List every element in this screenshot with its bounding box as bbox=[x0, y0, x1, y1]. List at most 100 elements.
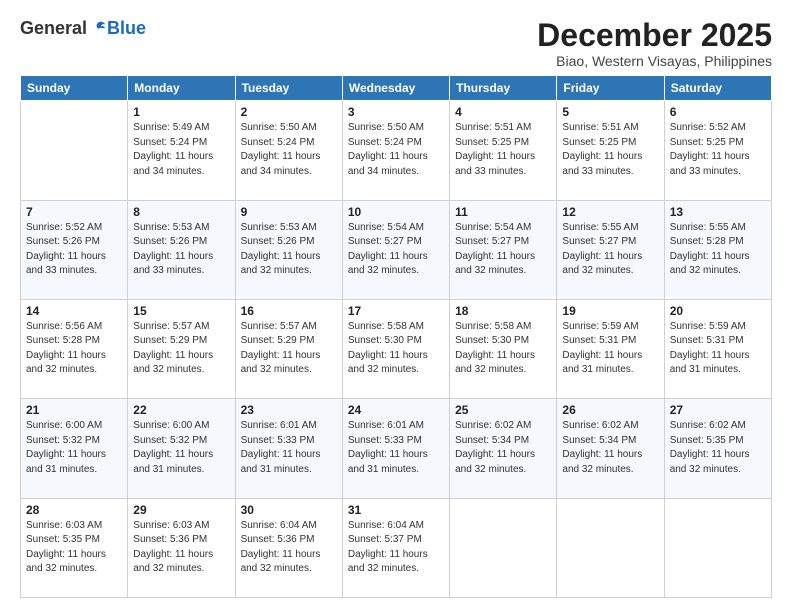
day-info: Sunrise: 5:59 AM Sunset: 5:31 PM Dayligh… bbox=[562, 320, 658, 378]
day-info: Sunrise: 5:58 AM Sunset: 5:30 PM Dayligh… bbox=[455, 320, 551, 378]
day-cell: 2Sunrise: 5:50 AM Sunset: 5:24 PM Daylig… bbox=[235, 101, 342, 200]
week-row-4: 28 Sunrise: 6:03 AM Sunset: 5:35 PM Dayli… bbox=[21, 498, 772, 597]
day-info: Sunrise: 6:00 AM Sunset: 5:32 PM Dayligh… bbox=[133, 419, 229, 477]
day-cell bbox=[664, 498, 771, 597]
day-cell: 28 Sunrise: 6:03 AM Sunset: 5:35 PM Dayli… bbox=[21, 498, 128, 597]
weekday-header-tuesday: Tuesday bbox=[235, 76, 342, 101]
day-info: Sunrise: 5:55 AM Sunset: 5:28 PM Dayligh… bbox=[670, 221, 766, 279]
day-info: Sunrise: 5:50 AM Sunset: 5:24 PM Dayligh… bbox=[241, 121, 337, 179]
day-info: Sunrise: 5:58 AM Sunset: 5:30 PM Dayligh… bbox=[348, 320, 444, 378]
day-info: Sunrise: 5:56 AM Sunset: 5:28 PM Dayligh… bbox=[26, 320, 122, 378]
week-row-3: 21 Sunrise: 6:00 AM Sunset: 5:32 PM Dayli… bbox=[21, 399, 772, 498]
header: General Blue December 2025 Biao, Western… bbox=[20, 18, 772, 69]
day-number: 15 bbox=[133, 304, 229, 318]
day-info: Sunrise: 6:03 AM Sunset: 5:35 PM Dayligh… bbox=[26, 519, 122, 577]
day-info: Sunrise: 5:59 AM Sunset: 5:31 PM Dayligh… bbox=[670, 320, 766, 378]
day-cell: 4Sunrise: 5:51 AM Sunset: 5:25 PM Daylig… bbox=[450, 101, 557, 200]
day-number: 11 bbox=[455, 205, 551, 219]
day-number: 26 bbox=[562, 403, 658, 417]
day-cell: 23Sunrise: 6:01 AM Sunset: 5:33 PM Dayli… bbox=[235, 399, 342, 498]
day-cell: 19Sunrise: 5:59 AM Sunset: 5:31 PM Dayli… bbox=[557, 299, 664, 398]
day-info: Sunrise: 5:50 AM Sunset: 5:24 PM Dayligh… bbox=[348, 121, 444, 179]
weekday-header-wednesday: Wednesday bbox=[342, 76, 449, 101]
day-cell: 21 Sunrise: 6:00 AM Sunset: 5:32 PM Dayli… bbox=[21, 399, 128, 498]
weekday-header-sunday: Sunday bbox=[21, 76, 128, 101]
weekday-header-friday: Friday bbox=[557, 76, 664, 101]
day-number: 12 bbox=[562, 205, 658, 219]
title-block: December 2025 Biao, Western Visayas, Phi… bbox=[537, 18, 772, 69]
day-info: Sunrise: 5:57 AM Sunset: 5:29 PM Dayligh… bbox=[241, 320, 337, 378]
weekday-header-thursday: Thursday bbox=[450, 76, 557, 101]
day-cell: 1Sunrise: 5:49 AM Sunset: 5:24 PM Daylig… bbox=[128, 101, 235, 200]
day-info: Sunrise: 6:01 AM Sunset: 5:33 PM Dayligh… bbox=[348, 419, 444, 477]
logo: General Blue bbox=[20, 18, 146, 39]
day-cell: 15 Sunrise: 5:57 AM Sunset: 5:29 PM Dayli… bbox=[128, 299, 235, 398]
day-info: Sunrise: 5:52 AM Sunset: 5:25 PM Dayligh… bbox=[670, 121, 766, 179]
day-info: Sunrise: 6:04 AM Sunset: 5:36 PM Dayligh… bbox=[241, 519, 337, 577]
day-cell: 13 Sunrise: 5:55 AM Sunset: 5:28 PM Dayli… bbox=[664, 200, 771, 299]
day-cell: 3 Sunrise: 5:50 AM Sunset: 5:24 PM Daylig… bbox=[342, 101, 449, 200]
day-number: 20 bbox=[670, 304, 766, 318]
day-info: Sunrise: 6:00 AM Sunset: 5:32 PM Dayligh… bbox=[26, 419, 122, 477]
day-cell: 9 Sunrise: 5:53 AM Sunset: 5:26 PM Daylig… bbox=[235, 200, 342, 299]
day-info: Sunrise: 5:54 AM Sunset: 5:27 PM Dayligh… bbox=[348, 221, 444, 279]
week-row-1: 7 Sunrise: 5:52 AM Sunset: 5:26 PM Daylig… bbox=[21, 200, 772, 299]
month-title: December 2025 bbox=[537, 18, 772, 53]
day-number: 24 bbox=[348, 403, 444, 417]
day-number: 3 bbox=[348, 105, 444, 119]
day-cell: 8 Sunrise: 5:53 AM Sunset: 5:26 PM Daylig… bbox=[128, 200, 235, 299]
week-row-0: 1Sunrise: 5:49 AM Sunset: 5:24 PM Daylig… bbox=[21, 101, 772, 200]
logo-bird-icon bbox=[89, 20, 107, 38]
day-cell bbox=[450, 498, 557, 597]
day-number: 6 bbox=[670, 105, 766, 119]
day-number: 8 bbox=[133, 205, 229, 219]
location: Biao, Western Visayas, Philippines bbox=[537, 53, 772, 69]
calendar-table: SundayMondayTuesdayWednesdayThursdayFrid… bbox=[20, 75, 772, 598]
day-number: 13 bbox=[670, 205, 766, 219]
day-number: 5 bbox=[562, 105, 658, 119]
day-cell: 18Sunrise: 5:58 AM Sunset: 5:30 PM Dayli… bbox=[450, 299, 557, 398]
day-number: 28 bbox=[26, 503, 122, 517]
day-cell: 27 Sunrise: 6:02 AM Sunset: 5:35 PM Dayli… bbox=[664, 399, 771, 498]
day-info: Sunrise: 6:02 AM Sunset: 5:34 PM Dayligh… bbox=[562, 419, 658, 477]
day-number: 7 bbox=[26, 205, 122, 219]
day-number: 25 bbox=[455, 403, 551, 417]
day-cell: 24 Sunrise: 6:01 AM Sunset: 5:33 PM Dayli… bbox=[342, 399, 449, 498]
week-row-2: 14Sunrise: 5:56 AM Sunset: 5:28 PM Dayli… bbox=[21, 299, 772, 398]
day-number: 29 bbox=[133, 503, 229, 517]
day-info: Sunrise: 6:02 AM Sunset: 5:34 PM Dayligh… bbox=[455, 419, 551, 477]
page: General Blue December 2025 Biao, Western… bbox=[0, 0, 792, 612]
day-cell: 16 Sunrise: 5:57 AM Sunset: 5:29 PM Dayli… bbox=[235, 299, 342, 398]
day-number: 10 bbox=[348, 205, 444, 219]
day-cell: 14Sunrise: 5:56 AM Sunset: 5:28 PM Dayli… bbox=[21, 299, 128, 398]
day-cell: 11 Sunrise: 5:54 AM Sunset: 5:27 PM Dayli… bbox=[450, 200, 557, 299]
day-number: 22 bbox=[133, 403, 229, 417]
day-cell: 30 Sunrise: 6:04 AM Sunset: 5:36 PM Dayli… bbox=[235, 498, 342, 597]
day-cell: 10 Sunrise: 5:54 AM Sunset: 5:27 PM Dayli… bbox=[342, 200, 449, 299]
day-number: 27 bbox=[670, 403, 766, 417]
day-cell: 12 Sunrise: 5:55 AM Sunset: 5:27 PM Dayli… bbox=[557, 200, 664, 299]
day-cell: 29 Sunrise: 6:03 AM Sunset: 5:36 PM Dayli… bbox=[128, 498, 235, 597]
day-info: Sunrise: 5:55 AM Sunset: 5:27 PM Dayligh… bbox=[562, 221, 658, 279]
day-info: Sunrise: 6:04 AM Sunset: 5:37 PM Dayligh… bbox=[348, 519, 444, 577]
day-number: 16 bbox=[241, 304, 337, 318]
day-info: Sunrise: 5:52 AM Sunset: 5:26 PM Dayligh… bbox=[26, 221, 122, 279]
day-number: 9 bbox=[241, 205, 337, 219]
day-info: Sunrise: 6:03 AM Sunset: 5:36 PM Dayligh… bbox=[133, 519, 229, 577]
day-cell: 20 Sunrise: 5:59 AM Sunset: 5:31 PM Dayli… bbox=[664, 299, 771, 398]
day-info: Sunrise: 6:02 AM Sunset: 5:35 PM Dayligh… bbox=[670, 419, 766, 477]
day-cell: 22 Sunrise: 6:00 AM Sunset: 5:32 PM Dayli… bbox=[128, 399, 235, 498]
logo-general-text: General bbox=[20, 18, 87, 39]
day-cell: 6 Sunrise: 5:52 AM Sunset: 5:25 PM Daylig… bbox=[664, 101, 771, 200]
day-number: 30 bbox=[241, 503, 337, 517]
day-info: Sunrise: 5:53 AM Sunset: 5:26 PM Dayligh… bbox=[133, 221, 229, 279]
day-info: Sunrise: 5:51 AM Sunset: 5:25 PM Dayligh… bbox=[562, 121, 658, 179]
day-info: Sunrise: 5:54 AM Sunset: 5:27 PM Dayligh… bbox=[455, 221, 551, 279]
day-info: Sunrise: 5:53 AM Sunset: 5:26 PM Dayligh… bbox=[241, 221, 337, 279]
day-number: 21 bbox=[26, 403, 122, 417]
day-cell: 26 Sunrise: 6:02 AM Sunset: 5:34 PM Dayli… bbox=[557, 399, 664, 498]
day-number: 1 bbox=[133, 105, 229, 119]
day-number: 4 bbox=[455, 105, 551, 119]
day-number: 23 bbox=[241, 403, 337, 417]
day-info: Sunrise: 5:57 AM Sunset: 5:29 PM Dayligh… bbox=[133, 320, 229, 378]
